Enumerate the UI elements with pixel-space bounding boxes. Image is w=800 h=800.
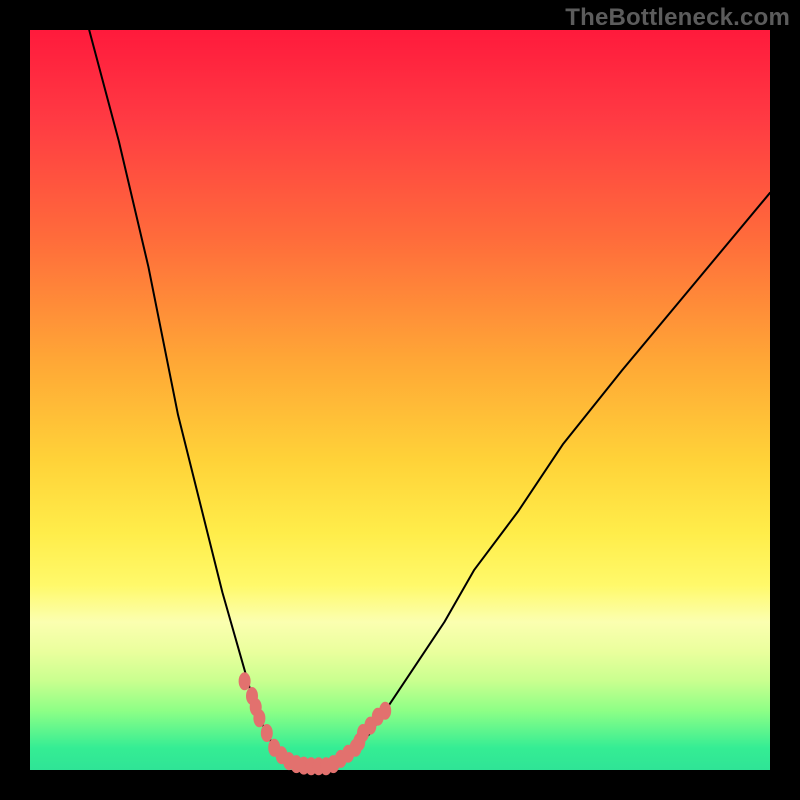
chart-container: TheBottleneck.com [0,0,800,800]
chart-overlay [30,30,770,770]
marker-group [239,672,392,775]
highlight-marker [379,702,391,720]
highlight-marker [239,672,251,690]
highlight-marker [261,724,273,742]
watermark-text: TheBottleneck.com [565,4,790,32]
curve-right [311,193,770,767]
highlight-marker [253,709,265,727]
curve-left [89,30,311,766]
